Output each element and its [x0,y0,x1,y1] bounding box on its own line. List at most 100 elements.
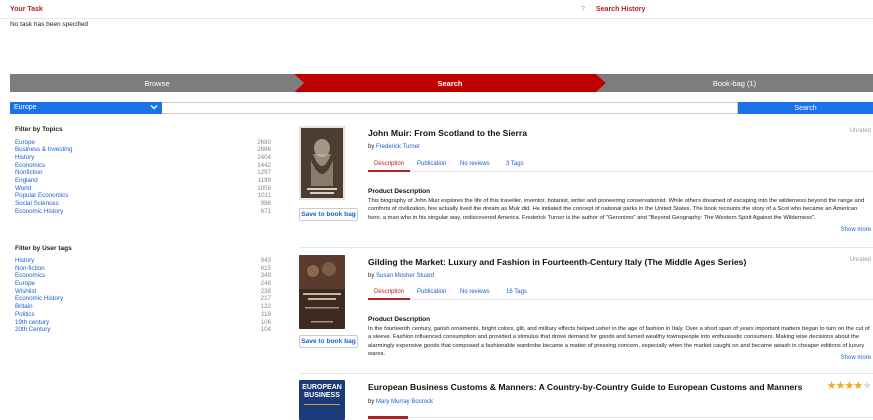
facet-label[interactable]: Business & Investing [15,146,72,154]
facet-count: 2680 [257,138,271,146]
facet-count: 217 [260,295,271,303]
facet-label[interactable]: History [15,154,34,162]
task-title: Your Task [10,6,43,13]
book-cover-image[interactable] [299,126,345,200]
search-input[interactable] [162,102,738,114]
usertag-facet-row[interactable]: Non-fiction 615 [15,265,271,273]
usertag-facet-row[interactable]: Economics 349 [15,272,271,280]
tab-tags[interactable]: 16 Tags [506,287,527,300]
topic-facet-row[interactable]: Popular Economics 1011 [15,192,271,200]
book-title[interactable]: John Muir: From Scotland to the Sierra [368,128,527,138]
rating-status: Unrated [849,128,871,134]
usertag-facet-row[interactable]: Britain 122 [15,303,271,311]
step-search[interactable]: Search [294,74,606,92]
facet-count: 2686 [257,146,271,154]
usertag-facet-row[interactable]: 20th Century 104 [15,326,271,334]
usertag-facet-row[interactable]: Wishlist 238 [15,288,271,296]
facet-label[interactable]: Europe [15,139,35,147]
task-bar: Your Task ? Search History [0,0,873,19]
facet-label[interactable]: Politics [15,311,35,319]
step-browse[interactable]: Browse [10,74,304,92]
author-link[interactable]: Susan Mosher Stuard [376,273,434,279]
facet-count: 104 [260,326,271,334]
result-item: Save to book bag John Muir: From Scotlan… [299,126,873,238]
author-link[interactable]: Frederick Turner [376,144,420,150]
topic-facet-row[interactable]: Business & Investing 2686 [15,146,271,154]
topic-facet-row[interactable]: Economics 1442 [15,162,271,170]
facet-count: 943 [260,257,271,264]
facet-label[interactable]: Economic History [15,295,63,303]
filter-usertags-title: Filter by User tags [15,245,72,252]
usertag-facet-row[interactable]: Europe 248 [15,280,271,288]
facet-label[interactable]: History [15,257,34,265]
topic-facet-row[interactable]: History 2404 [15,154,271,162]
tab-description[interactable] [368,416,408,419]
topic-facet-row[interactable]: World 1059 [15,185,271,193]
no-task-text: No task has been specified [10,21,89,28]
help-icon[interactable]: ? [581,6,585,13]
author-prefix: by [368,399,375,405]
facet-label[interactable]: World [15,185,31,193]
tabs-rule [368,417,873,418]
author-prefix: by [368,144,375,150]
usertag-facet-row[interactable]: Politics 118 [15,311,271,319]
tab-tags[interactable]: 3 Tags [506,159,524,172]
author-link[interactable]: Mary Murray Bosrock [376,399,433,405]
topic-facet-row[interactable]: England 1199 [15,177,271,185]
show-more-link[interactable]: Show more [841,227,871,233]
tab-reviews[interactable]: No reviews [460,287,490,300]
star-icon: ★ [853,380,863,392]
tab-publication[interactable]: Publication [417,159,446,172]
usertag-facet-row[interactable]: 19th century 106 [15,319,271,327]
search-button[interactable]: Search [738,102,873,114]
save-to-bookbag-button[interactable]: Save to book bag [299,208,358,221]
facet-label[interactable]: Economics [15,162,45,170]
category-select[interactable]: Europe [10,102,162,114]
facet-label[interactable]: 20th Century [15,326,50,334]
star-icon: ★ [826,380,837,392]
facet-count: 118 [261,310,271,318]
topic-facet-row[interactable]: Europe 2680 [15,139,271,147]
tab-reviews[interactable]: No reviews [460,159,490,172]
facet-count: 1011 [257,192,271,200]
book-tabs: Description Publication No reviews 16 Ta… [368,287,873,300]
cover-rule [304,404,340,405]
facet-label[interactable]: Social Sciences [15,200,59,208]
search-bar: Europe Search [10,102,873,114]
topic-facet-row[interactable]: Nonfiction 1297 [15,169,271,177]
book-cover-image[interactable] [299,255,345,329]
facet-label[interactable]: England [15,177,38,185]
save-to-bookbag-button[interactable]: Save to book bag [299,335,358,348]
product-description-text: In the fourteenth century, garish orname… [368,326,870,358]
search-history-link[interactable]: Search History [596,6,645,13]
tab-description[interactable]: Description [368,287,411,300]
facet-label[interactable]: Wishlist [15,288,36,296]
step-bookbag[interactable]: Book-bag (1) [596,74,873,92]
facet-label[interactable]: Britain [15,303,33,311]
facet-count: 238 [260,287,271,295]
tab-publication[interactable]: Publication [417,287,446,300]
facet-label[interactable]: Nonfiction [15,169,43,177]
facet-label[interactable]: Economic History [15,208,63,216]
star-icon: ★ [862,380,872,392]
show-more-link[interactable]: Show more [841,355,871,361]
book-title[interactable]: Gilding the Market: Luxury and Fashion i… [368,257,746,267]
cover-lettering: EUROPEAN BUSINESS [299,384,345,400]
topic-facet-row[interactable]: Social Sciences 986 [15,200,271,208]
topic-facet-row[interactable]: Economic History 671 [15,208,271,216]
book-title[interactable]: European Business Customs & Manners: A C… [368,382,802,392]
facet-label[interactable]: Europe [15,280,35,288]
facet-count: 671 [260,207,271,215]
book-cover-image[interactable]: EUROPEAN BUSINESS [299,380,345,420]
star-rating: ★★★★★ [826,379,872,392]
tab-description[interactable]: Description [368,159,411,172]
usertag-facet-row[interactable]: Economic History 217 [15,295,271,303]
facet-label[interactable]: Popular Economics [15,192,68,200]
facet-count: 2404 [257,153,271,161]
facet-label[interactable]: Economics [15,272,45,280]
usertag-facet-row[interactable]: History 943 [15,257,271,265]
filter-topics-list: Europe 2680 Business & Investing 2686 Hist… [15,139,271,216]
facet-label[interactable]: 19th century [15,319,49,327]
facet-label[interactable]: Non-fiction [15,265,45,273]
filter-topics-title: Filter by Topics [15,126,63,133]
